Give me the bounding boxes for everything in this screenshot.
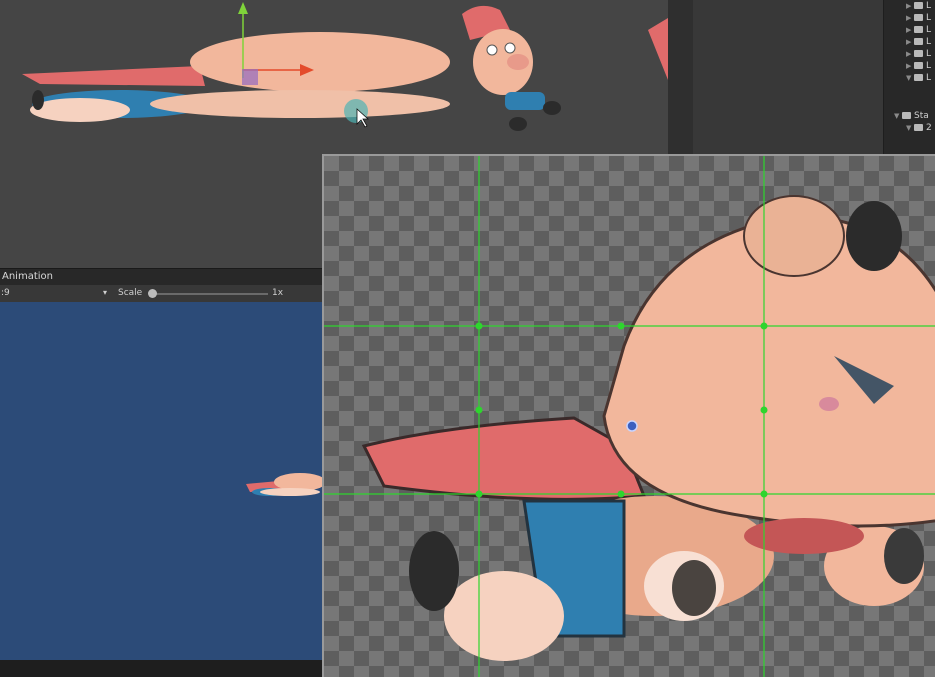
collapse-arrow-icon[interactable]: ▶ bbox=[906, 48, 914, 60]
scale-label: Scale bbox=[118, 288, 143, 298]
aspect-ratio-dropdown[interactable] bbox=[0, 287, 113, 300]
standing-pig-foot-2 bbox=[543, 101, 561, 115]
standing-pig-shorts bbox=[505, 92, 545, 110]
hierarchy-row[interactable]: ▼ L bbox=[906, 72, 931, 84]
standing-pig-eye-left bbox=[486, 44, 498, 56]
scene-cape bbox=[22, 66, 205, 86]
scene-pig-standing-sprite[interactable] bbox=[462, 5, 561, 131]
sprite-pig-image bbox=[361, 195, 935, 661]
game-pig-body bbox=[260, 488, 320, 496]
collapse-arrow-icon[interactable]: ▶ bbox=[906, 12, 914, 24]
game-view-canvas[interactable] bbox=[0, 302, 322, 677]
folder-icon bbox=[914, 124, 923, 131]
sprite-pig-ear bbox=[743, 195, 845, 277]
slice-handle[interactable] bbox=[617, 322, 625, 330]
folder-icon bbox=[914, 62, 923, 69]
slice-handle[interactable] bbox=[475, 406, 483, 414]
folder-icon bbox=[914, 26, 923, 33]
slice-handle[interactable] bbox=[475, 322, 483, 330]
slice-handle[interactable] bbox=[760, 322, 768, 330]
folder-icon bbox=[914, 38, 923, 45]
aspect-ratio-value: :9 bbox=[1, 288, 10, 298]
folder-icon bbox=[914, 74, 923, 81]
chevron-down-icon[interactable]: ▾ bbox=[103, 288, 107, 297]
collapse-arrow-icon[interactable]: ▶ bbox=[906, 0, 914, 12]
folder-icon bbox=[914, 2, 923, 9]
expand-arrow-icon[interactable]: ▼ bbox=[906, 72, 914, 84]
sprite-pig-hoof bbox=[409, 531, 459, 611]
slice-handle[interactable] bbox=[475, 490, 483, 498]
sprite-pig-cheek bbox=[819, 397, 839, 411]
hierarchy-row-label: 2 bbox=[926, 123, 932, 133]
hierarchy-row[interactable]: ▶ L bbox=[906, 12, 931, 24]
hierarchy-row[interactable]: ▶ L bbox=[906, 60, 931, 72]
scene-pig-sprite[interactable] bbox=[22, 32, 450, 122]
collapse-arrow-icon[interactable]: ▶ bbox=[906, 60, 914, 72]
hierarchy-panel[interactable]: ▶ L ▶ L ▶ L ▶ L ▶ L ▶ L ▼ L ▼ Sta ▼ 2 bbox=[883, 0, 935, 155]
collapse-arrow-icon[interactable]: ▶ bbox=[906, 24, 914, 36]
hierarchy-row-label: L bbox=[926, 37, 932, 47]
standing-pig-snout bbox=[507, 54, 529, 70]
scene-partial-sprite bbox=[648, 18, 668, 80]
expand-arrow-icon[interactable]: ▼ bbox=[894, 110, 902, 122]
sprite-pig-arm-hoof bbox=[884, 528, 924, 584]
sprite-editor-canvas[interactable] bbox=[322, 154, 935, 677]
hierarchy-row[interactable]: ▶ L bbox=[906, 48, 931, 60]
inspector-panel bbox=[693, 0, 883, 155]
standing-pig-foot bbox=[509, 117, 527, 131]
slice-handle[interactable] bbox=[760, 490, 768, 498]
sprite-cape bbox=[361, 416, 647, 501]
hierarchy-row-label: L bbox=[926, 61, 932, 71]
scene-pig-head bbox=[190, 32, 450, 92]
folder-icon bbox=[914, 14, 923, 21]
tab-animation[interactable]: Animation bbox=[2, 271, 53, 282]
hierarchy-row-label: L bbox=[926, 73, 932, 83]
hierarchy-row-label: L bbox=[926, 13, 932, 23]
slice-handle[interactable] bbox=[617, 490, 625, 498]
folder-icon bbox=[914, 50, 923, 57]
sprite-pig-scarf bbox=[744, 518, 864, 554]
folder-icon bbox=[902, 112, 911, 119]
sprite-pig-hand-shadow bbox=[672, 560, 716, 616]
hierarchy-row-label: L bbox=[926, 49, 932, 59]
gizmo-y-arrow-icon[interactable] bbox=[238, 2, 248, 14]
scene-side-strip bbox=[668, 0, 693, 155]
slice-handle[interactable] bbox=[760, 406, 768, 414]
expand-arrow-icon[interactable]: ▼ bbox=[906, 122, 914, 134]
game-status-bar bbox=[0, 660, 322, 677]
hierarchy-row[interactable]: ▶ L bbox=[906, 36, 931, 48]
hierarchy-row[interactable]: ▼ 2 bbox=[906, 122, 932, 134]
scene-pig-hoof bbox=[32, 90, 44, 110]
collapse-arrow-icon[interactable]: ▶ bbox=[906, 36, 914, 48]
scale-slider-track[interactable] bbox=[152, 293, 268, 295]
standing-pig-eye-right bbox=[504, 42, 516, 54]
game-pig-sprite bbox=[246, 473, 322, 496]
scene-pig-body bbox=[150, 90, 450, 118]
hierarchy-row[interactable]: ▶ L bbox=[906, 0, 931, 12]
scene-pig-leg bbox=[30, 98, 130, 122]
pivot-handle[interactable] bbox=[626, 420, 638, 432]
gizmo-plane-handle[interactable] bbox=[242, 69, 258, 85]
hierarchy-row-label: Sta bbox=[914, 111, 929, 121]
hierarchy-row[interactable]: ▶ L bbox=[906, 24, 931, 36]
hierarchy-row-label: L bbox=[926, 1, 932, 11]
sprite-pig-leg-front bbox=[444, 571, 564, 661]
scale-value: 1x bbox=[272, 288, 284, 298]
hierarchy-row[interactable]: ▼ Sta bbox=[894, 110, 929, 122]
sprite-pig-ear-dark bbox=[846, 201, 902, 271]
hierarchy-row-label: L bbox=[926, 25, 932, 35]
scale-slider-thumb[interactable] bbox=[148, 289, 157, 298]
